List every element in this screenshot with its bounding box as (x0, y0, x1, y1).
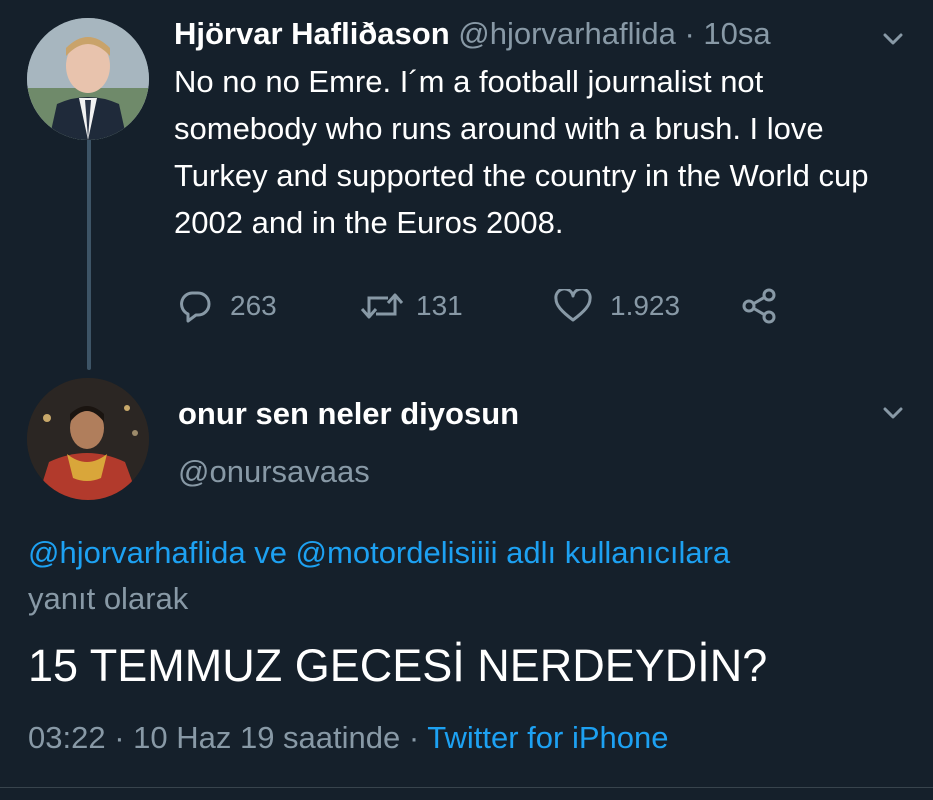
avatar-photo-icon (27, 18, 149, 140)
retweet-button[interactable]: 131 (360, 286, 463, 326)
separator-dot: · (400, 720, 428, 755)
avatar-photo-icon (27, 378, 149, 500)
thread-connector-line (87, 138, 91, 370)
reply-button[interactable]: 263 (178, 286, 277, 326)
source-link[interactable]: Twitter for iPhone (427, 720, 668, 755)
share-button[interactable] (740, 286, 778, 326)
avatar[interactable] (27, 18, 149, 140)
chevron-down-icon[interactable] (880, 400, 906, 426)
reply-to-suffix: yanıt olarak (28, 581, 189, 616)
author-handle[interactable]: @onursavaas (178, 452, 370, 492)
reply-to-users-link[interactable]: @hjorvarhaflida ve @motordelisiiii adlı … (28, 535, 730, 570)
reply-icon (178, 289, 212, 323)
reply-context: @hjorvarhaflida ve @motordelisiiii adlı … (28, 530, 908, 622)
heart-icon (554, 289, 592, 323)
tweet-time[interactable]: 10sa (703, 16, 770, 51)
author-name[interactable]: onur sen neler diyosun (178, 394, 519, 434)
separator-dot: · (684, 16, 695, 51)
chevron-down-icon[interactable] (880, 26, 906, 52)
tweet-meta: 03:22 · 10 Haz 19 saatinde · Twitter for… (28, 716, 668, 760)
tweet-timestamp[interactable]: 03:22 · 10 Haz 19 saatinde (28, 720, 400, 755)
tweet-text: No no no Emre. I´m a football journalist… (174, 64, 869, 240)
author-name[interactable]: Hjörvar Hafliðason (174, 16, 450, 51)
avatar[interactable] (27, 378, 149, 500)
author-handle[interactable]: @hjorvarhaflida (458, 16, 676, 51)
like-count: 1.923 (610, 290, 681, 321)
tweet-header: Hjörvar Hafliðason @hjorvarhaflida · 10s… (174, 14, 771, 54)
divider (0, 787, 933, 788)
reply-count: 263 (230, 290, 277, 321)
tweet-text: 15 TEMMUZ GECESİ NERDEYDİN? (28, 640, 768, 691)
like-button[interactable]: 1.923 (554, 286, 680, 326)
share-icon (740, 288, 778, 324)
retweet-icon (360, 289, 404, 323)
retweet-count: 131 (416, 290, 463, 321)
